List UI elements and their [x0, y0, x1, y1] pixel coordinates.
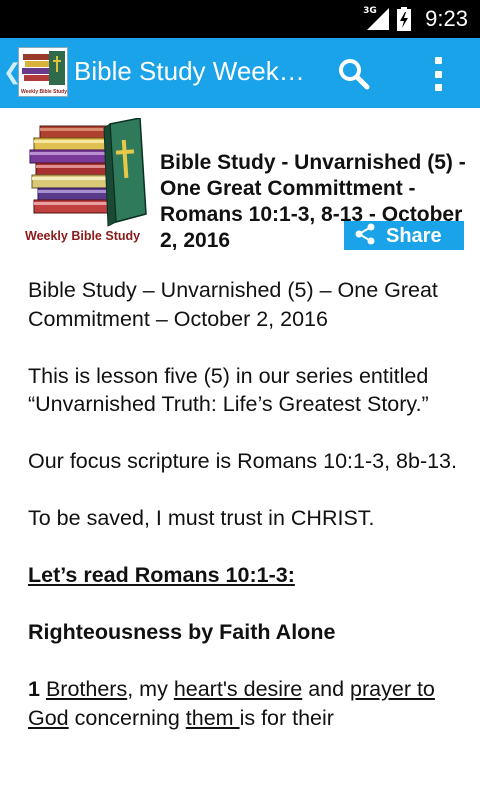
paragraph-focus-scripture: Our focus scripture is Romans 10:1-3, 8b… [28, 449, 457, 473]
paragraph-key-point: To be saved, I must trust in CHRIST. [28, 506, 375, 530]
status-icons: 3G 9:23 [363, 0, 468, 38]
signal-icon: 3G [363, 6, 390, 30]
network-type-label: 3G [363, 6, 377, 16]
verse-text: is for their [239, 705, 334, 730]
image-caption: Weekly Bible Study [25, 229, 141, 243]
section-heading: Righteousness by Faith Alone [28, 620, 336, 644]
paragraph-lesson-intro: This is lesson five (5) in our series en… [28, 363, 429, 417]
app-logo[interactable]: Weekly Bible Study [18, 47, 68, 97]
clock: 9:23 [425, 6, 468, 31]
verse-text: and [302, 677, 351, 701]
share-label: Share [386, 224, 442, 247]
verse-text: concerning [68, 705, 186, 730]
books-illustration [28, 117, 158, 238]
share-icon [354, 223, 376, 249]
paragraph-title-line: Bible Study – Unvarnished (5) – One Grea… [28, 278, 438, 331]
link-brothers[interactable]: Brothers [46, 677, 127, 701]
share-button[interactable]: Share [344, 221, 464, 250]
logo-caption-text: Weekly Bible Study [21, 89, 67, 95]
search-icon[interactable] [336, 56, 372, 92]
article-header: Weekly Bible Study Bible Study - Unvarni… [0, 108, 480, 250]
article-body: Bible Study – Unvarnished (5) – One Grea… [28, 276, 468, 761]
overflow-menu-icon[interactable] [428, 54, 448, 94]
app-bar: ❮ Weekly Bible Study Bible Study Week… [0, 38, 480, 108]
battery-icon [397, 7, 412, 31]
verse-1: 1 Brothers, my heart's desire and prayer… [28, 675, 468, 732]
verse-number: 1 [28, 677, 40, 701]
link-hearts-desire[interactable]: heart's desire [174, 677, 302, 701]
app-title: Bible Study Week… [74, 56, 305, 86]
reading-heading: Let’s read Romans 10:1-3: [28, 563, 295, 587]
link-them[interactable]: them [186, 706, 240, 730]
verse-text: , my [127, 677, 174, 701]
status-bar: 3G 9:23 [0, 0, 480, 38]
